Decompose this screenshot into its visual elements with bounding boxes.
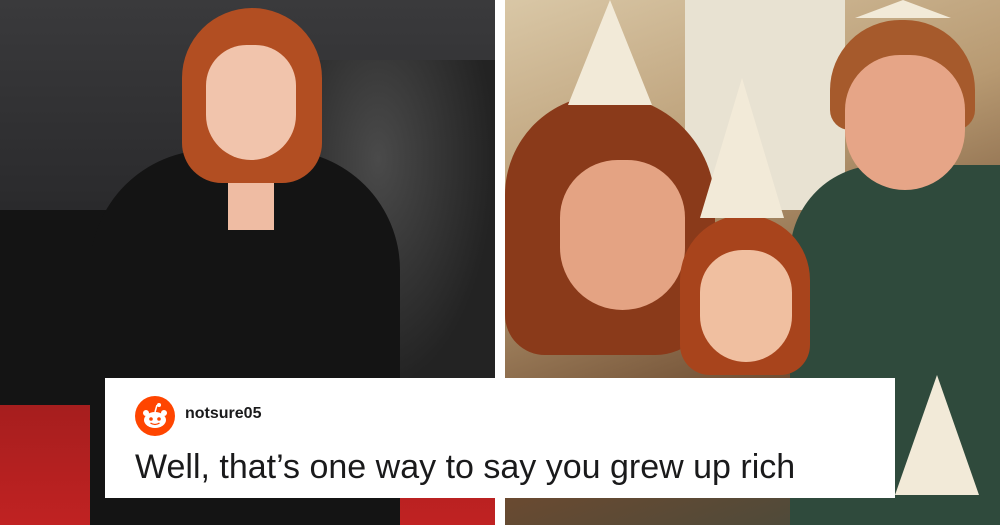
- reddit-avatar-icon: [135, 396, 175, 436]
- party-hat: [855, 0, 951, 18]
- mother-face: [560, 160, 685, 310]
- comment-text: Well, that’s one way to say you grew up …: [135, 448, 796, 486]
- party-hat: [700, 78, 784, 218]
- username[interactable]: notsure05: [185, 405, 261, 423]
- comment-card: notsure05 Well, that’s one way to say yo…: [105, 378, 895, 498]
- smiling-face: [206, 45, 296, 160]
- man-face: [845, 55, 965, 190]
- party-hat: [895, 375, 979, 495]
- party-hat: [568, 0, 652, 105]
- girl-face: [700, 250, 792, 362]
